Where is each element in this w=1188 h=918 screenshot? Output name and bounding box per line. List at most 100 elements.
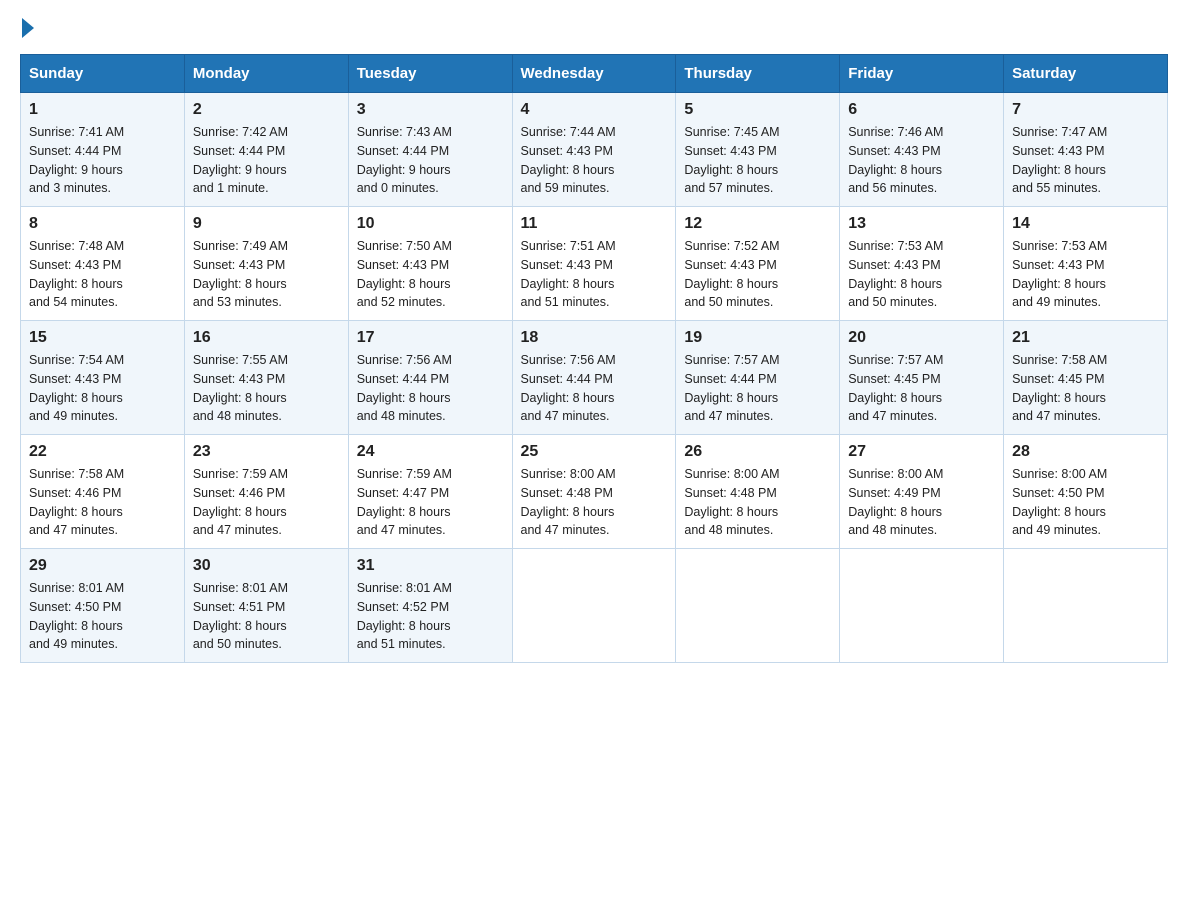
- calendar-cell: 10 Sunrise: 7:50 AMSunset: 4:43 PMDaylig…: [348, 207, 512, 321]
- calendar-cell: 1 Sunrise: 7:41 AMSunset: 4:44 PMDayligh…: [21, 93, 185, 207]
- logo-arrow-icon: [22, 18, 34, 38]
- day-number: 9: [193, 215, 340, 233]
- calendar-cell: [676, 549, 840, 663]
- calendar-cell: 30 Sunrise: 8:01 AMSunset: 4:51 PMDaylig…: [184, 549, 348, 663]
- day-info: Sunrise: 7:55 AMSunset: 4:43 PMDaylight:…: [193, 351, 340, 426]
- day-info: Sunrise: 8:00 AMSunset: 4:48 PMDaylight:…: [521, 465, 668, 540]
- calendar-week-row: 22 Sunrise: 7:58 AMSunset: 4:46 PMDaylig…: [21, 435, 1168, 549]
- day-info: Sunrise: 8:01 AMSunset: 4:50 PMDaylight:…: [29, 579, 176, 654]
- day-number: 15: [29, 329, 176, 347]
- day-number: 20: [848, 329, 995, 347]
- column-header-thursday: Thursday: [676, 55, 840, 93]
- calendar-cell: 14 Sunrise: 7:53 AMSunset: 4:43 PMDaylig…: [1004, 207, 1168, 321]
- column-header-monday: Monday: [184, 55, 348, 93]
- day-number: 10: [357, 215, 504, 233]
- day-info: Sunrise: 7:42 AMSunset: 4:44 PMDaylight:…: [193, 123, 340, 198]
- column-header-wednesday: Wednesday: [512, 55, 676, 93]
- calendar-cell: 4 Sunrise: 7:44 AMSunset: 4:43 PMDayligh…: [512, 93, 676, 207]
- day-number: 18: [521, 329, 668, 347]
- day-number: 8: [29, 215, 176, 233]
- day-info: Sunrise: 7:57 AMSunset: 4:44 PMDaylight:…: [684, 351, 831, 426]
- calendar-cell: 8 Sunrise: 7:48 AMSunset: 4:43 PMDayligh…: [21, 207, 185, 321]
- day-info: Sunrise: 7:53 AMSunset: 4:43 PMDaylight:…: [1012, 237, 1159, 312]
- day-info: Sunrise: 7:56 AMSunset: 4:44 PMDaylight:…: [521, 351, 668, 426]
- day-info: Sunrise: 7:53 AMSunset: 4:43 PMDaylight:…: [848, 237, 995, 312]
- day-info: Sunrise: 7:52 AMSunset: 4:43 PMDaylight:…: [684, 237, 831, 312]
- calendar-cell: [1004, 549, 1168, 663]
- page-header: [20, 20, 1168, 34]
- calendar-week-row: 29 Sunrise: 8:01 AMSunset: 4:50 PMDaylig…: [21, 549, 1168, 663]
- day-number: 26: [684, 443, 831, 461]
- day-info: Sunrise: 8:01 AMSunset: 4:52 PMDaylight:…: [357, 579, 504, 654]
- calendar-week-row: 15 Sunrise: 7:54 AMSunset: 4:43 PMDaylig…: [21, 321, 1168, 435]
- column-header-tuesday: Tuesday: [348, 55, 512, 93]
- day-number: 25: [521, 443, 668, 461]
- day-info: Sunrise: 8:01 AMSunset: 4:51 PMDaylight:…: [193, 579, 340, 654]
- day-number: 13: [848, 215, 995, 233]
- day-number: 21: [1012, 329, 1159, 347]
- calendar-cell: 26 Sunrise: 8:00 AMSunset: 4:48 PMDaylig…: [676, 435, 840, 549]
- day-number: 30: [193, 557, 340, 575]
- calendar-cell: 31 Sunrise: 8:01 AMSunset: 4:52 PMDaylig…: [348, 549, 512, 663]
- day-number: 31: [357, 557, 504, 575]
- day-info: Sunrise: 7:48 AMSunset: 4:43 PMDaylight:…: [29, 237, 176, 312]
- day-number: 7: [1012, 101, 1159, 119]
- calendar-cell: 28 Sunrise: 8:00 AMSunset: 4:50 PMDaylig…: [1004, 435, 1168, 549]
- day-info: Sunrise: 7:47 AMSunset: 4:43 PMDaylight:…: [1012, 123, 1159, 198]
- day-info: Sunrise: 7:58 AMSunset: 4:45 PMDaylight:…: [1012, 351, 1159, 426]
- day-number: 17: [357, 329, 504, 347]
- day-info: Sunrise: 8:00 AMSunset: 4:49 PMDaylight:…: [848, 465, 995, 540]
- calendar-cell: 17 Sunrise: 7:56 AMSunset: 4:44 PMDaylig…: [348, 321, 512, 435]
- calendar-cell: 15 Sunrise: 7:54 AMSunset: 4:43 PMDaylig…: [21, 321, 185, 435]
- day-info: Sunrise: 7:59 AMSunset: 4:46 PMDaylight:…: [193, 465, 340, 540]
- day-info: Sunrise: 8:00 AMSunset: 4:50 PMDaylight:…: [1012, 465, 1159, 540]
- day-number: 16: [193, 329, 340, 347]
- day-info: Sunrise: 7:50 AMSunset: 4:43 PMDaylight:…: [357, 237, 504, 312]
- day-number: 11: [521, 215, 668, 233]
- calendar-cell: 23 Sunrise: 7:59 AMSunset: 4:46 PMDaylig…: [184, 435, 348, 549]
- day-info: Sunrise: 7:51 AMSunset: 4:43 PMDaylight:…: [521, 237, 668, 312]
- day-number: 6: [848, 101, 995, 119]
- day-info: Sunrise: 7:54 AMSunset: 4:43 PMDaylight:…: [29, 351, 176, 426]
- day-number: 3: [357, 101, 504, 119]
- day-info: Sunrise: 7:44 AMSunset: 4:43 PMDaylight:…: [521, 123, 668, 198]
- day-number: 22: [29, 443, 176, 461]
- day-number: 5: [684, 101, 831, 119]
- day-number: 19: [684, 329, 831, 347]
- calendar-cell: 27 Sunrise: 8:00 AMSunset: 4:49 PMDaylig…: [840, 435, 1004, 549]
- column-header-saturday: Saturday: [1004, 55, 1168, 93]
- day-info: Sunrise: 8:00 AMSunset: 4:48 PMDaylight:…: [684, 465, 831, 540]
- calendar-cell: 21 Sunrise: 7:58 AMSunset: 4:45 PMDaylig…: [1004, 321, 1168, 435]
- calendar-cell: 5 Sunrise: 7:45 AMSunset: 4:43 PMDayligh…: [676, 93, 840, 207]
- day-number: 24: [357, 443, 504, 461]
- day-info: Sunrise: 7:57 AMSunset: 4:45 PMDaylight:…: [848, 351, 995, 426]
- calendar-cell: 6 Sunrise: 7:46 AMSunset: 4:43 PMDayligh…: [840, 93, 1004, 207]
- calendar-cell: 2 Sunrise: 7:42 AMSunset: 4:44 PMDayligh…: [184, 93, 348, 207]
- calendar-week-row: 8 Sunrise: 7:48 AMSunset: 4:43 PMDayligh…: [21, 207, 1168, 321]
- calendar-cell: 18 Sunrise: 7:56 AMSunset: 4:44 PMDaylig…: [512, 321, 676, 435]
- calendar-cell: 13 Sunrise: 7:53 AMSunset: 4:43 PMDaylig…: [840, 207, 1004, 321]
- day-info: Sunrise: 7:45 AMSunset: 4:43 PMDaylight:…: [684, 123, 831, 198]
- calendar-cell: 11 Sunrise: 7:51 AMSunset: 4:43 PMDaylig…: [512, 207, 676, 321]
- calendar-cell: 25 Sunrise: 8:00 AMSunset: 4:48 PMDaylig…: [512, 435, 676, 549]
- calendar-cell: 22 Sunrise: 7:58 AMSunset: 4:46 PMDaylig…: [21, 435, 185, 549]
- calendar-cell: 16 Sunrise: 7:55 AMSunset: 4:43 PMDaylig…: [184, 321, 348, 435]
- day-info: Sunrise: 7:43 AMSunset: 4:44 PMDaylight:…: [357, 123, 504, 198]
- calendar-cell: 29 Sunrise: 8:01 AMSunset: 4:50 PMDaylig…: [21, 549, 185, 663]
- day-number: 29: [29, 557, 176, 575]
- day-info: Sunrise: 7:56 AMSunset: 4:44 PMDaylight:…: [357, 351, 504, 426]
- day-number: 12: [684, 215, 831, 233]
- day-number: 1: [29, 101, 176, 119]
- logo: [20, 20, 34, 34]
- calendar-cell: 19 Sunrise: 7:57 AMSunset: 4:44 PMDaylig…: [676, 321, 840, 435]
- calendar-cell: 7 Sunrise: 7:47 AMSunset: 4:43 PMDayligh…: [1004, 93, 1168, 207]
- day-info: Sunrise: 7:58 AMSunset: 4:46 PMDaylight:…: [29, 465, 176, 540]
- column-header-sunday: Sunday: [21, 55, 185, 93]
- column-header-friday: Friday: [840, 55, 1004, 93]
- calendar-cell: [840, 549, 1004, 663]
- calendar-cell: 9 Sunrise: 7:49 AMSunset: 4:43 PMDayligh…: [184, 207, 348, 321]
- day-info: Sunrise: 7:49 AMSunset: 4:43 PMDaylight:…: [193, 237, 340, 312]
- calendar-cell: 20 Sunrise: 7:57 AMSunset: 4:45 PMDaylig…: [840, 321, 1004, 435]
- day-number: 23: [193, 443, 340, 461]
- calendar-cell: 3 Sunrise: 7:43 AMSunset: 4:44 PMDayligh…: [348, 93, 512, 207]
